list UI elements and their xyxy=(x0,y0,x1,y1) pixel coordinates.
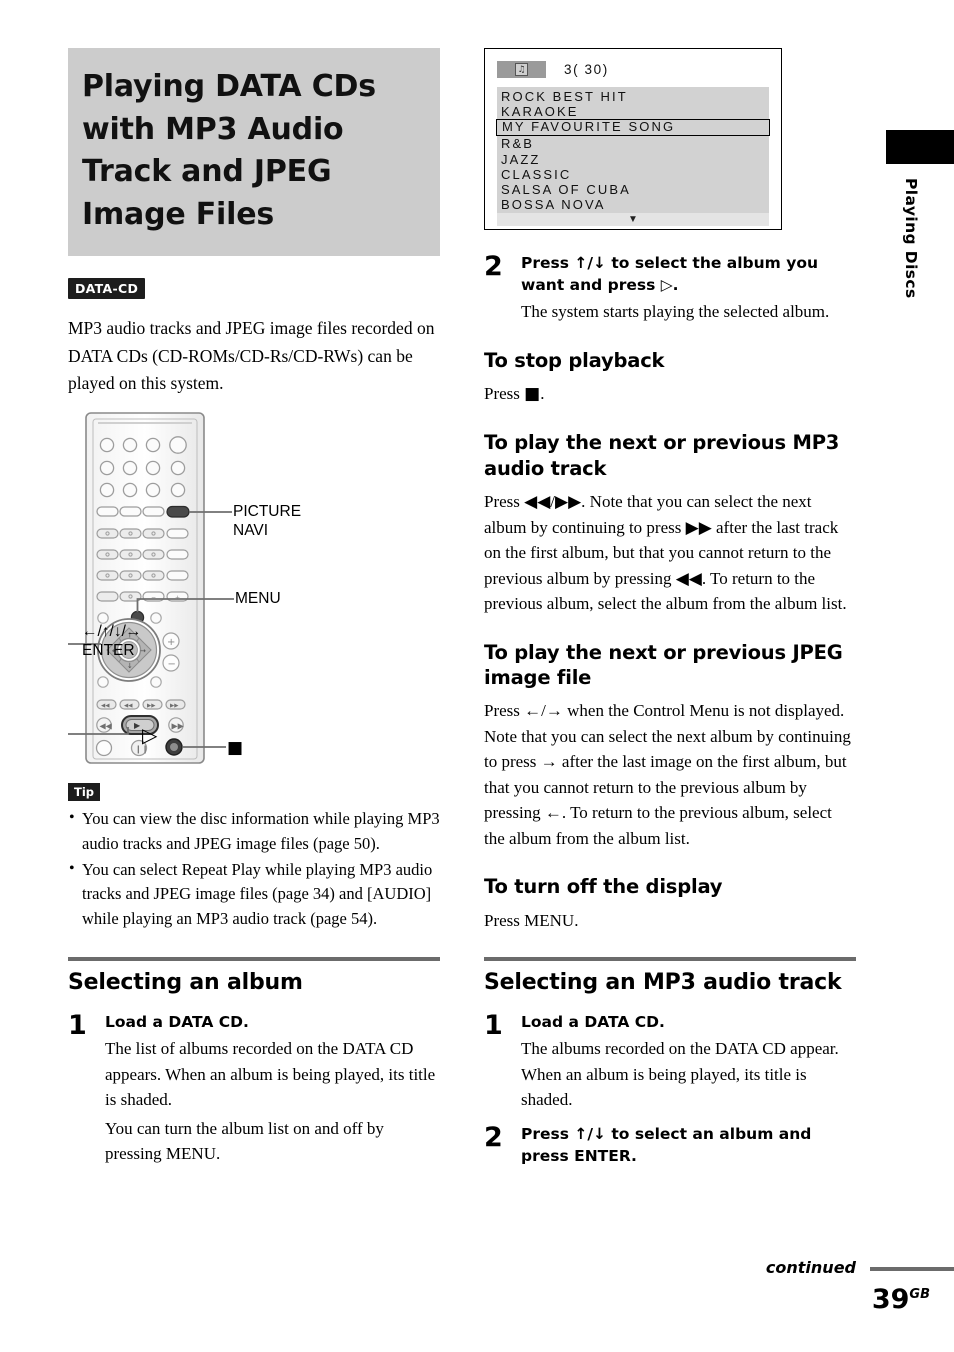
intro-paragraph: MP3 audio tracks and JPEG image files re… xyxy=(68,318,435,393)
heading-turn-off-display: To turn off the display xyxy=(484,875,723,899)
page-number-value: 39 xyxy=(871,1284,910,1315)
list-item[interactable]: R&B xyxy=(497,136,769,151)
list-item[interactable]: JAZZ xyxy=(497,152,769,167)
list-item[interactable]: ROCK BEST HIT xyxy=(497,89,769,104)
step-description: The albums recorded on the DATA CD appea… xyxy=(521,1039,839,1110)
mp3-step-2: 2 Press ↑/↓ to select an album and press… xyxy=(484,1123,856,1167)
side-tab-marker xyxy=(886,130,954,164)
page-title: Playing DATA CDs with MP3 Audio Track an… xyxy=(82,69,376,232)
manual-page: Playing DATA CDs with MP3 Audio Track an… xyxy=(0,0,954,1352)
step-number: 2 xyxy=(484,1121,503,1153)
list-item: You can view the disc information while … xyxy=(68,806,440,856)
list-item: You can select Repeat Play while playing… xyxy=(68,857,440,931)
turn-off-display-body: Press MENU. xyxy=(484,910,579,930)
left-column: Playing DATA CDs with MP3 Audio Track an… xyxy=(68,48,440,1167)
next-prev-mp3-body: Press ◀◀/▶▶. Note that you can select th… xyxy=(484,492,847,614)
svg-text:▶▶: ▶▶ xyxy=(147,703,156,709)
scroll-down-icon[interactable]: ▼ xyxy=(497,213,769,227)
svg-text:−: − xyxy=(151,594,156,601)
step-description: The list of albums recorded on the DATA … xyxy=(105,1039,436,1110)
stop-playback-body: Press ■. xyxy=(484,381,856,408)
page-number-suffix: GB xyxy=(909,1287,930,1302)
callout-arrows-enter: ←/↑/↓/→ ENTER xyxy=(82,622,142,660)
heading-stop-playback: To stop playback xyxy=(484,348,665,372)
svg-text:◀◀: ◀◀ xyxy=(101,703,110,709)
picture-navi-button[interactable] xyxy=(166,505,190,518)
step-lead-text: Load a DATA CD. xyxy=(521,1013,665,1032)
heading-next-prev-jpeg: To play the next or previous JPEG image … xyxy=(484,640,843,689)
step-2-select-album: 2 Press ↑/↓ to select the album you want… xyxy=(484,252,856,325)
list-item[interactable]: SALSA OF CUBA xyxy=(497,182,769,197)
album-icon-glyph: ♫ xyxy=(515,63,528,76)
remote-control-illustration: − + ↑ ↓ ← → + − ◀◀ ◀◀ ▶▶ ▶▶ ◀◀ ▶ ▶▶ ❙❙ P… xyxy=(68,407,440,769)
step-lead-text: Press ↑/↓ to select the album you want a… xyxy=(521,254,818,294)
callout-stop-glyph: ■ xyxy=(227,737,244,758)
list-item[interactable]: BOSSA NOVA xyxy=(497,197,769,212)
list-item[interactable]: KARAOKE xyxy=(497,104,769,119)
press-label: Press xyxy=(484,383,525,403)
step-description-2: You can turn the album list on and off b… xyxy=(105,1118,384,1164)
svg-text:◀◀: ◀◀ xyxy=(124,703,133,709)
stop-glyph: ■ xyxy=(524,383,541,404)
mp3-step-1: 1 Load a DATA CD. The albums recorded on… xyxy=(484,1011,856,1113)
chapter-title-box: Playing DATA CDs with MP3 Audio Track an… xyxy=(68,48,440,257)
continued-rule xyxy=(870,1267,954,1271)
list-item[interactable]: CLASSIC xyxy=(497,167,769,182)
page-footer: continued 39GB xyxy=(0,1240,954,1352)
svg-text:−: − xyxy=(168,659,176,670)
heading-next-prev-mp3: To play the next or previous MP3 audio t… xyxy=(484,431,840,480)
tip-list: You can view the disc information while … xyxy=(68,806,440,931)
tip-badge: Tip xyxy=(68,782,101,802)
right-column: ♫ 3( 30) ROCK BEST HIT KARAOKE MY FAVOUR… xyxy=(484,48,856,1167)
section-heading-selecting-album: Selecting an album xyxy=(68,970,303,996)
svg-text:+: + xyxy=(175,594,180,601)
callout-play-glyph: ▷ xyxy=(142,722,158,747)
album-list: ROCK BEST HIT KARAOKE MY FAVOURITE SONG … xyxy=(496,87,770,227)
step-number: 2 xyxy=(484,251,503,282)
svg-text:▶▶: ▶▶ xyxy=(172,721,185,730)
svg-text:◀◀: ◀◀ xyxy=(100,721,113,730)
section-heading-selecting-mp3: Selecting an MP3 audio track xyxy=(484,970,842,996)
step-number: 1 xyxy=(68,1010,87,1042)
status-badge-data-cd: DATA-CD xyxy=(68,278,146,300)
page-number: 39GB xyxy=(872,1284,930,1315)
album-list-screen: ♫ 3( 30) ROCK BEST HIT KARAOKE MY FAVOUR… xyxy=(484,48,782,230)
side-tab-label: Playing Discs xyxy=(902,178,920,299)
svg-text:▶▶: ▶▶ xyxy=(170,703,179,709)
step-lead-text: Load a DATA CD. xyxy=(105,1013,249,1032)
section-divider xyxy=(68,957,440,962)
callout-picture-navi: PICTURE NAVI xyxy=(233,502,302,540)
list-item-selected[interactable]: MY FAVOURITE SONG xyxy=(496,119,770,137)
svg-text:+: + xyxy=(167,637,175,648)
step-lead-text: Press ↑/↓ to select an album and press E… xyxy=(521,1124,812,1165)
svg-text:↓: ↓ xyxy=(127,662,133,670)
callout-menu: MENU xyxy=(235,589,281,607)
section-divider xyxy=(484,957,856,962)
step-description: The system starts playing the selected a… xyxy=(521,302,830,321)
period: . xyxy=(540,383,545,403)
step-1-load-data-cd: 1 Load a DATA CD. The list of albums rec… xyxy=(68,1011,440,1167)
svg-text:▶: ▶ xyxy=(134,721,141,730)
remote-control-svg: − + ↑ ↓ ← → + − ◀◀ ◀◀ ▶▶ ▶▶ ◀◀ ▶ ▶▶ ❙❙ xyxy=(68,411,234,764)
step-number: 1 xyxy=(484,1010,503,1042)
album-icon: ♫ xyxy=(497,61,546,78)
continued-label: continued xyxy=(765,1258,856,1277)
next-prev-jpeg-body: Press ←/→ when the Control Menu is not d… xyxy=(484,701,851,848)
tip-block: Tip You can view the disc information wh… xyxy=(68,769,440,932)
album-counter: 3( 30) xyxy=(564,62,609,77)
screen-header: ♫ 3( 30) xyxy=(497,60,769,79)
